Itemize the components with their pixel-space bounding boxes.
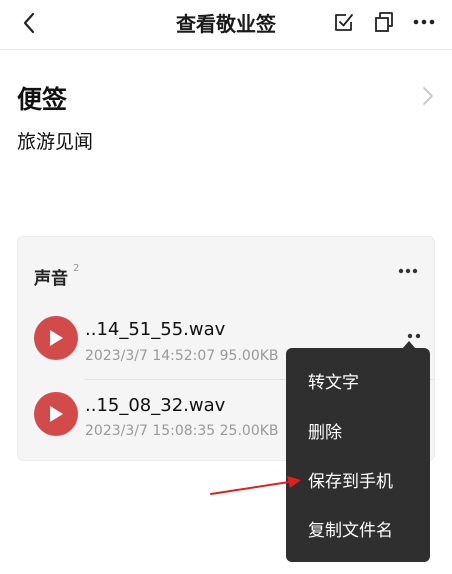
audio-file-meta: 2023/3/7 15:08:35 25.00KB: [85, 423, 279, 439]
copy-button[interactable]: [370, 8, 398, 36]
play-icon: [50, 406, 63, 422]
audio-file-meta: 2023/3/7 14:52:07 95.00KB: [85, 348, 279, 364]
play-icon: [50, 330, 63, 346]
note-category[interactable]: 便签: [17, 80, 67, 116]
play-button[interactable]: [34, 392, 78, 436]
menu-item-copy-filename[interactable]: 复制文件名: [308, 516, 393, 541]
top-bar: 查看敬业签: [0, 0, 452, 50]
chevron-right-icon: [423, 87, 433, 105]
menu-item-delete[interactable]: 删除: [308, 418, 342, 443]
annotation-arrow-icon: [210, 476, 301, 495]
more-icon: [407, 333, 421, 339]
select-button[interactable]: [330, 8, 358, 36]
play-button[interactable]: [34, 316, 78, 360]
menu-item-transcribe[interactable]: 转文字: [308, 368, 359, 393]
more-icon: [413, 19, 435, 25]
more-icon: [398, 268, 418, 274]
audio-card-title: 声音: [34, 269, 68, 289]
category-chevron-button[interactable]: [418, 84, 438, 108]
check-square-icon: [335, 14, 353, 31]
audio-file-name: ..14_51_55.wav: [85, 319, 226, 340]
menu-item-save-to-phone[interactable]: 保存到手机: [308, 467, 393, 492]
audio-context-menu: 转文字 删除 保存到手机 复制文件名: [286, 348, 430, 562]
audio-count: 2: [73, 263, 80, 274]
copy-icon: [375, 12, 393, 32]
audio-card-more-button[interactable]: [396, 261, 420, 281]
audio-file-name: ..15_08_32.wav: [85, 395, 226, 416]
note-content: 旅游见闻: [17, 131, 94, 153]
more-button[interactable]: [410, 8, 438, 36]
